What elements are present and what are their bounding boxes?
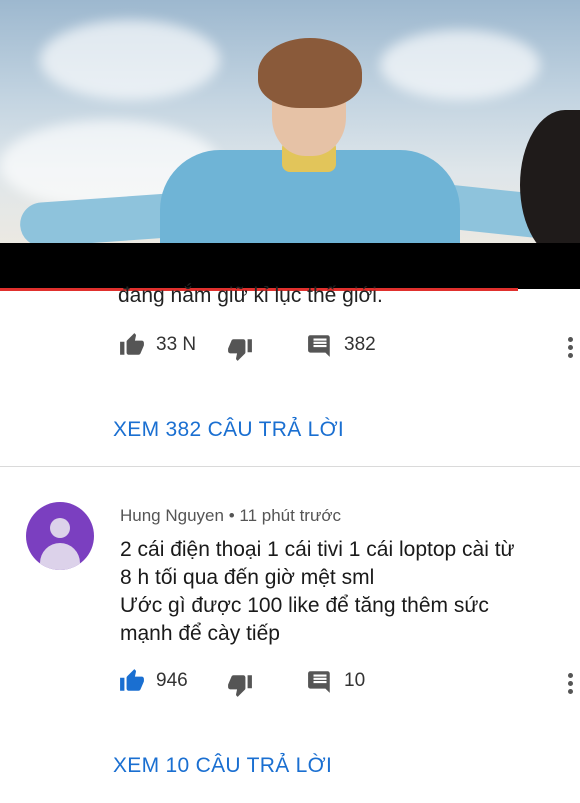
comment-actions: 946 10 xyxy=(0,668,580,700)
sky-cloud xyxy=(40,20,220,100)
video-player[interactable] xyxy=(0,0,580,246)
comment-time: 11 phút trước xyxy=(239,506,341,525)
comment-text-truncated: đang nắm giữ kỉ lục thế giới. xyxy=(118,284,383,307)
like-button[interactable]: 33 N xyxy=(118,332,196,358)
reply-count: 10 xyxy=(344,670,366,691)
video-foreground-hair xyxy=(520,110,580,246)
more-vertical-icon xyxy=(560,337,580,358)
like-count: 33 N xyxy=(156,334,197,355)
comment-line: Ước gì được 100 like để tăng thêm sức xyxy=(120,594,489,617)
video-person-hair xyxy=(258,38,362,108)
like-count: 946 xyxy=(156,670,188,691)
meta-separator: • xyxy=(228,506,235,525)
view-replies-link[interactable]: XEM 10 CÂU TRẢ LỜI xyxy=(113,754,332,778)
thumb-up-icon xyxy=(120,333,144,355)
more-options-button[interactable] xyxy=(560,670,580,700)
reply-button[interactable]: 10 xyxy=(306,668,365,694)
more-options-button[interactable] xyxy=(560,334,580,364)
comment-divider xyxy=(0,466,580,467)
more-vertical-icon xyxy=(560,673,580,694)
comment-icon xyxy=(308,335,330,357)
comment-icon xyxy=(308,671,330,693)
avatar[interactable] xyxy=(26,502,94,570)
thumb-down-icon xyxy=(228,675,252,697)
view-replies-link[interactable]: XEM 382 CÂU TRẢ LỜI xyxy=(113,418,344,442)
sky-cloud xyxy=(380,30,540,100)
like-button[interactable]: 946 xyxy=(118,668,188,694)
comment-line: mạnh để cày tiếp xyxy=(120,622,280,645)
comment-line: 2 cái điện thoại 1 cái tivi 1 cái loptop… xyxy=(120,538,515,561)
dislike-button[interactable] xyxy=(226,672,254,698)
comment-meta: Hung Nguyen • 11 phút trước xyxy=(120,506,341,526)
dislike-button[interactable] xyxy=(226,336,254,362)
comment-author[interactable]: Hung Nguyen xyxy=(120,506,224,525)
comment-line: 8 h tối qua đến giờ mệt sml xyxy=(120,566,375,589)
comment-actions: 33 N 382 xyxy=(0,332,580,364)
reply-button[interactable]: 382 xyxy=(306,332,376,358)
reply-count: 382 xyxy=(344,334,376,355)
thumb-down-icon xyxy=(228,339,252,361)
thumb-up-icon xyxy=(120,669,144,691)
comment-text: 2 cái điện thoại 1 cái tivi 1 cái loptop… xyxy=(120,536,560,648)
